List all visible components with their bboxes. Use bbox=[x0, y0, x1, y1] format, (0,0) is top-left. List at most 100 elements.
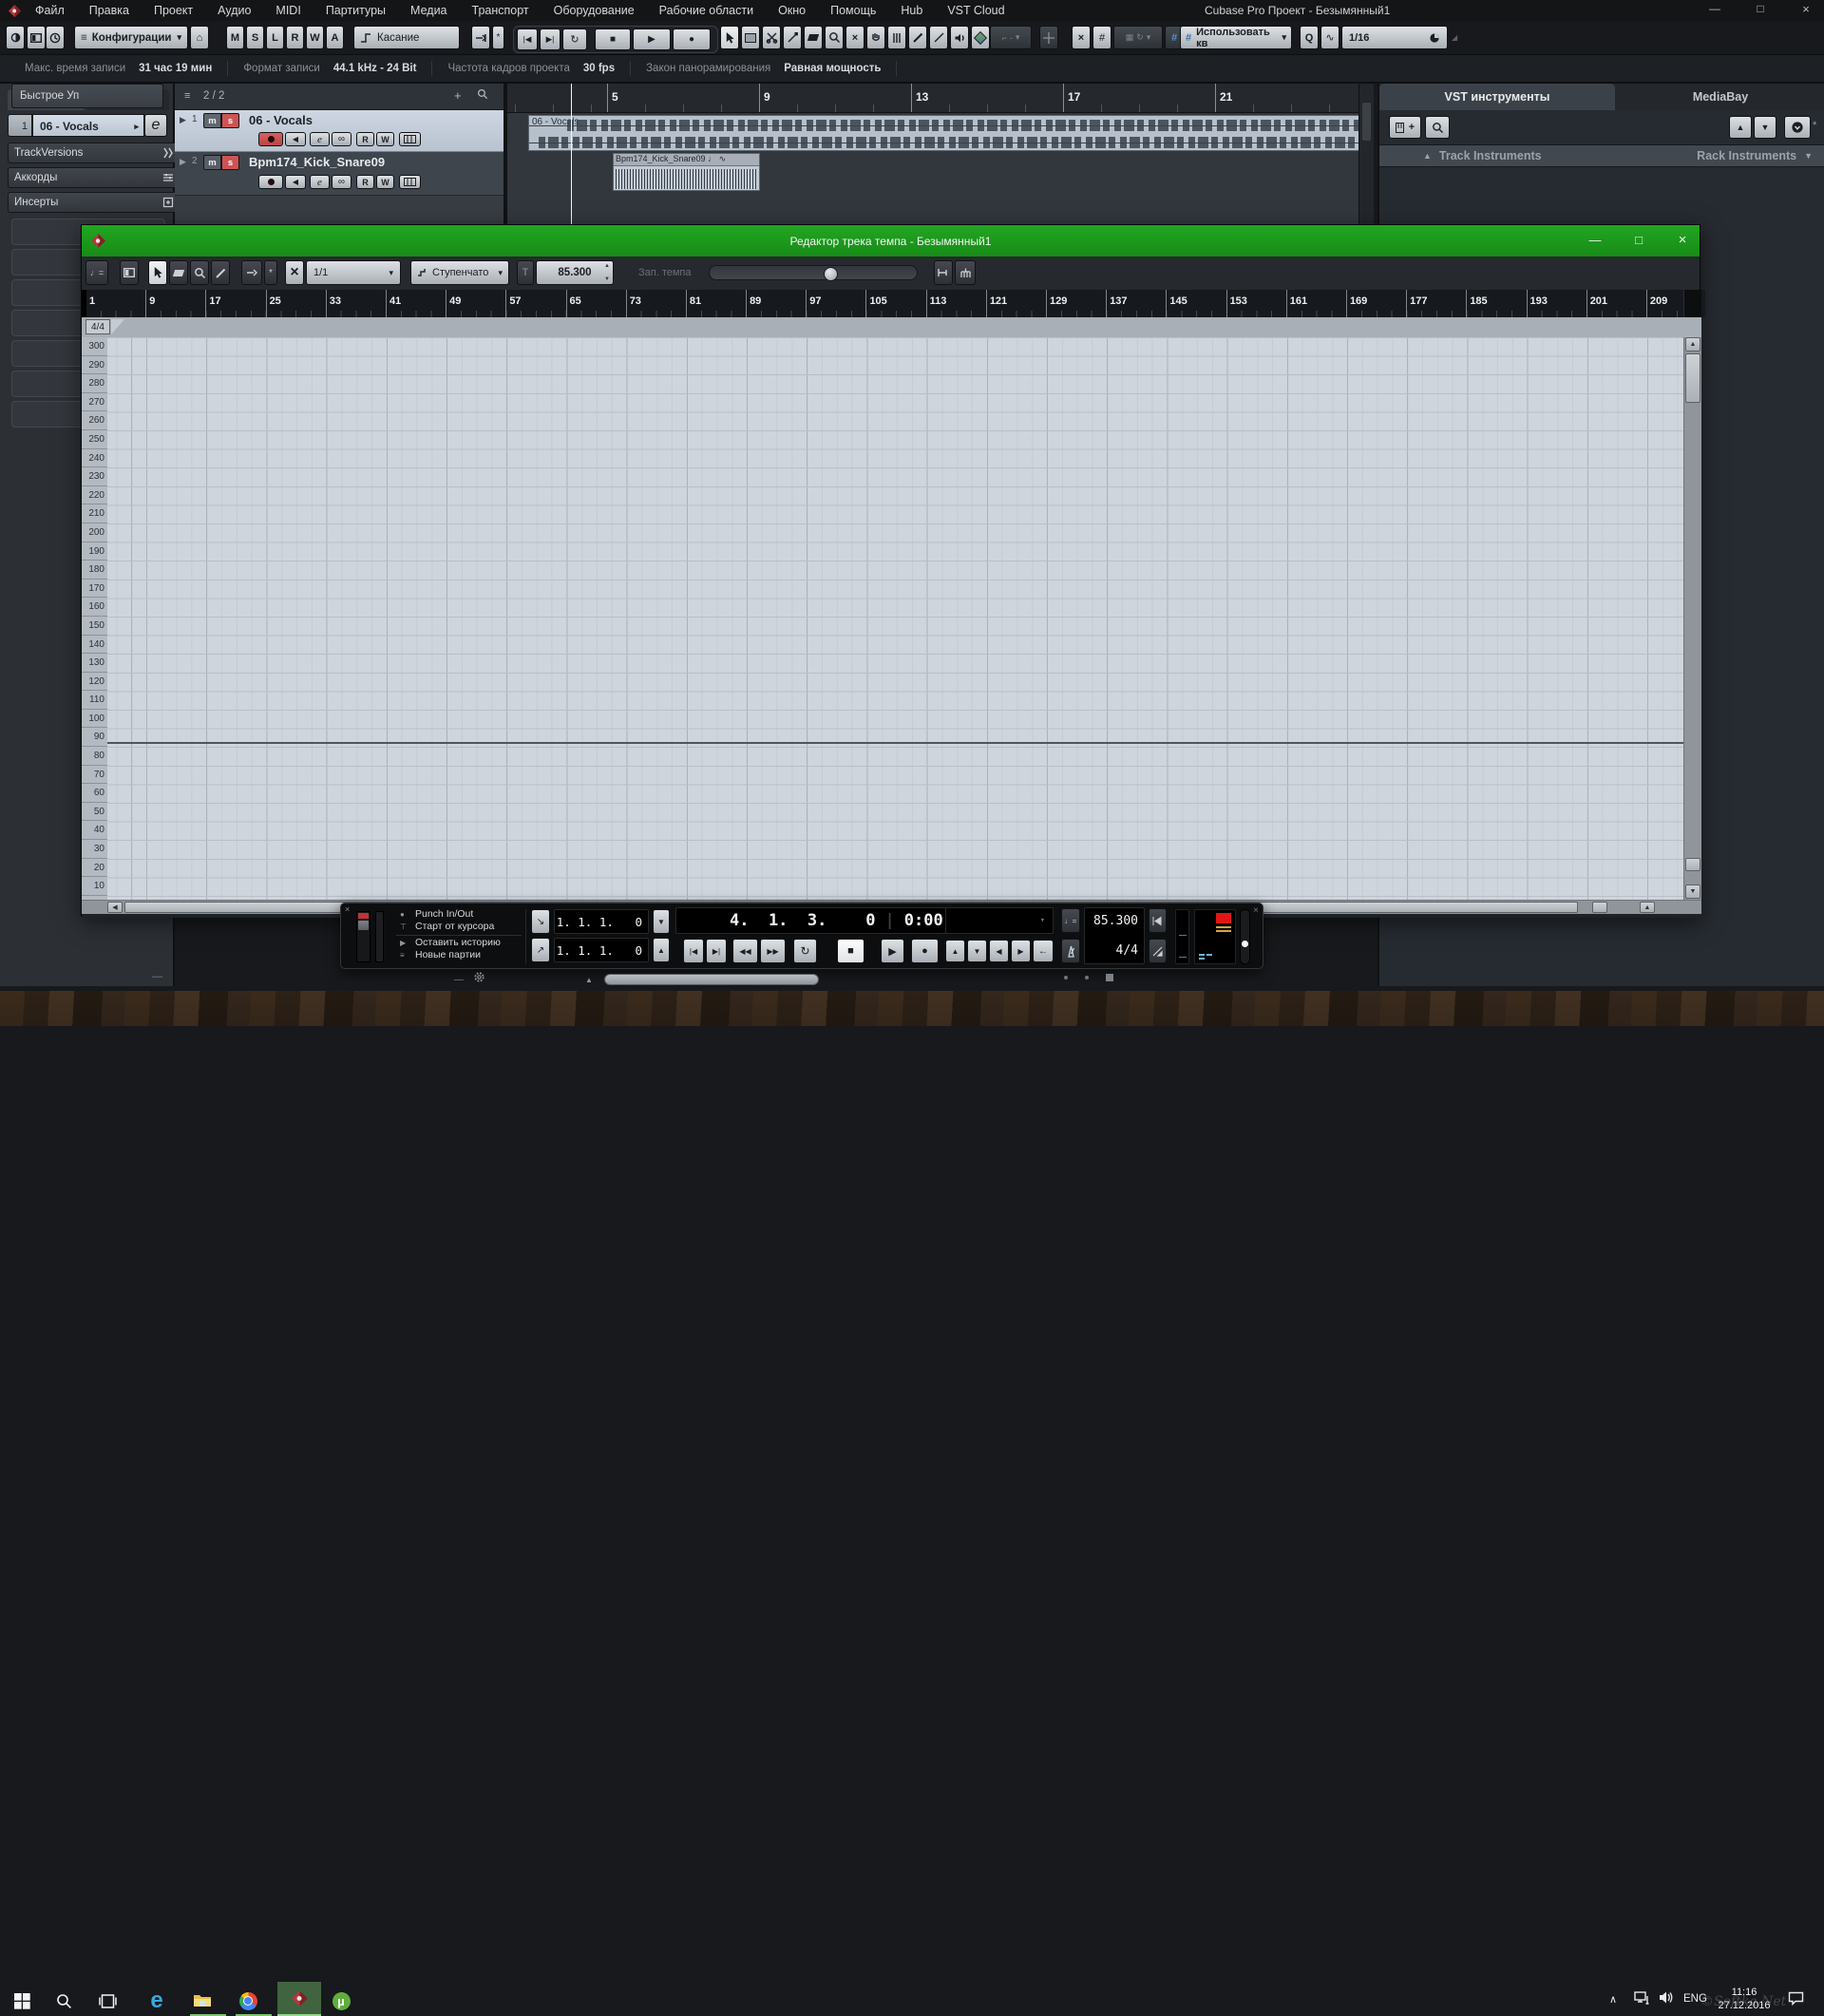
marker-up-button[interactable]: ▲ bbox=[945, 940, 965, 962]
right-locator-display[interactable]: 1. 1. 1. 0 bbox=[554, 938, 649, 962]
curve-type-dropdown[interactable]: Ступенчато ▾ bbox=[410, 260, 509, 285]
link-button[interactable]: ∞ bbox=[332, 175, 352, 189]
close-icon[interactable]: × bbox=[345, 904, 350, 914]
inspector-section-inserts[interactable]: Инсерты bbox=[8, 192, 180, 213]
punch-in-button[interactable]: ↘ bbox=[531, 909, 550, 934]
erase-tool-button[interactable] bbox=[804, 26, 823, 49]
link-button[interactable]: ∞ bbox=[332, 132, 352, 146]
channel-strip-button[interactable] bbox=[399, 132, 421, 146]
close-button[interactable]: × bbox=[1670, 231, 1695, 250]
maximize-button[interactable]: □ bbox=[1626, 231, 1651, 250]
move-down-button[interactable]: ▼ bbox=[1754, 116, 1776, 139]
scroll-down-button[interactable]: ▼ bbox=[1685, 884, 1700, 899]
search-icon[interactable] bbox=[477, 88, 488, 100]
stop-button[interactable]: ■ bbox=[837, 939, 864, 963]
automation-letter-button[interactable]: W bbox=[306, 26, 324, 49]
track-expand-icon[interactable]: ▶ bbox=[180, 115, 186, 125]
move-up-button[interactable]: ▲ bbox=[1729, 116, 1752, 139]
menu-item[interactable]: Медиа bbox=[398, 4, 459, 17]
glue-tool-button[interactable] bbox=[783, 26, 802, 49]
process-bars-button[interactable] bbox=[955, 260, 976, 285]
zoom-tool-button[interactable] bbox=[190, 260, 209, 285]
marker-down-button[interactable]: ▼ bbox=[967, 940, 987, 962]
menu-item[interactable]: Оборудование bbox=[542, 4, 647, 17]
zoom-tool-button[interactable] bbox=[825, 26, 844, 49]
menu-item[interactable]: Помощь bbox=[818, 4, 888, 17]
record-tempo-slider[interactable] bbox=[709, 265, 918, 280]
play-button[interactable]: ▶ bbox=[881, 939, 904, 963]
left-locator-display[interactable]: 1. 1. 1. 0 bbox=[554, 909, 649, 934]
split-tool-button[interactable] bbox=[762, 26, 781, 49]
record-enable-button[interactable] bbox=[258, 175, 283, 189]
record-button[interactable]: ● bbox=[911, 939, 939, 963]
marker-prev-button[interactable]: ◀ bbox=[989, 940, 1009, 962]
automation-letter-button[interactable]: S bbox=[246, 26, 264, 49]
marker-dropdown[interactable]: ▾ bbox=[945, 907, 1054, 934]
workspace-button[interactable]: ⌂ bbox=[190, 26, 209, 49]
timewarp-tool-button[interactable] bbox=[887, 26, 906, 49]
stop-button[interactable]: ■ bbox=[595, 29, 631, 50]
automation-letter-button[interactable]: A bbox=[326, 26, 344, 49]
go-left-locator-button[interactable]: ▼ bbox=[653, 909, 670, 934]
suspend-autoscroll-button[interactable]: * bbox=[492, 26, 504, 49]
go-to-start-button[interactable]: |◀ bbox=[517, 29, 538, 50]
keep-history-item[interactable]: Оставить историю bbox=[415, 937, 529, 948]
erase-tool-button[interactable] bbox=[169, 260, 188, 285]
tempo-track-button[interactable]: ♩= bbox=[1061, 908, 1080, 933]
track-expand-icon[interactable]: ▶ bbox=[180, 157, 186, 167]
hzoom-minus-button[interactable] bbox=[1592, 902, 1607, 913]
input-level-fader[interactable] bbox=[356, 911, 370, 962]
close-button[interactable]: × bbox=[1790, 2, 1822, 16]
track-row[interactable]: ▶ 1 m s 06 - Vocals ◀ e ∞ R W bbox=[175, 110, 507, 152]
menu-item[interactable]: Транспорт bbox=[460, 4, 542, 17]
position-marker-button[interactable] bbox=[934, 260, 953, 285]
line-tool-button[interactable] bbox=[929, 26, 948, 49]
metronome-button[interactable] bbox=[1061, 939, 1080, 963]
chrome-taskbar-icon[interactable] bbox=[234, 1988, 262, 2013]
setup-window-layout-button[interactable] bbox=[27, 26, 46, 49]
write-automation-button[interactable]: W bbox=[376, 132, 394, 146]
monitor-button[interactable]: ◀ bbox=[285, 132, 306, 146]
record-button[interactable]: ● bbox=[673, 29, 711, 50]
punch-out-button[interactable]: ↗ bbox=[531, 938, 550, 962]
activate-project-button[interactable] bbox=[6, 26, 25, 49]
search-icon[interactable] bbox=[49, 1988, 78, 2013]
timeline-scrollbar[interactable] bbox=[1358, 84, 1374, 224]
automation-letter-button[interactable]: L bbox=[266, 26, 284, 49]
layout-button[interactable] bbox=[120, 260, 139, 285]
audition-tool-button[interactable] bbox=[950, 26, 969, 49]
grid-type-dropdown[interactable]: ▦↻▾ bbox=[1113, 26, 1163, 49]
precount-button[interactable] bbox=[1149, 939, 1167, 963]
go-right-locator-button[interactable]: ▲ bbox=[653, 938, 670, 962]
edge-taskbar-icon[interactable]: e bbox=[142, 1988, 171, 2013]
mute-button[interactable]: m bbox=[203, 113, 221, 128]
menu-item[interactable]: MIDI bbox=[263, 4, 313, 17]
inspector-section-chords[interactable]: Аккорды bbox=[8, 167, 180, 188]
write-automation-button[interactable]: W bbox=[376, 175, 394, 189]
tab-vst-instruments[interactable]: VST инструменты bbox=[1379, 84, 1615, 110]
track-instruments-header[interactable]: Track Instruments bbox=[1439, 149, 1542, 162]
read-automation-button[interactable]: R bbox=[356, 175, 374, 189]
signature-event[interactable]: 4/4 bbox=[86, 319, 110, 334]
menu-item[interactable]: Проект bbox=[142, 4, 205, 17]
task-view-button[interactable] bbox=[93, 1988, 122, 2013]
menu-item[interactable]: Партитуры bbox=[314, 4, 398, 17]
spinner-down-icon[interactable]: ▼ bbox=[604, 276, 610, 282]
go-to-end-button[interactable]: ▶| bbox=[706, 939, 727, 963]
menu-item[interactable]: Hub bbox=[888, 4, 935, 17]
close-icon[interactable]: × bbox=[1253, 905, 1259, 916]
output-level-fader[interactable] bbox=[1240, 909, 1250, 964]
info-item[interactable]: Формат записи 44.1 kHz - 24 Bit bbox=[228, 61, 432, 76]
spinner-up-icon[interactable]: ▲ bbox=[604, 263, 610, 269]
track-name[interactable]: Bpm174_Kick_Snare09 bbox=[249, 155, 385, 169]
record-enable-button[interactable] bbox=[258, 132, 283, 146]
tempo-signature-display[interactable]: 85.300 4/4 bbox=[1084, 907, 1145, 964]
track-row[interactable]: ▶ 2 m s Bpm174_Kick_Snare09 ◀ e ∞ R W bbox=[175, 152, 507, 196]
inspector-section-trackversions[interactable]: TrackVersions bbox=[8, 143, 180, 163]
info-item[interactable]: Частота кадров проекта 30 fps bbox=[432, 61, 631, 76]
history-button[interactable] bbox=[46, 26, 65, 49]
add-track-instrument-button[interactable]: + bbox=[1389, 116, 1421, 139]
marker-next-button[interactable]: ▶ bbox=[1011, 940, 1031, 962]
cubase-taskbar-tile[interactable] bbox=[277, 1982, 321, 2015]
edit-channel-button[interactable]: e bbox=[144, 114, 167, 137]
